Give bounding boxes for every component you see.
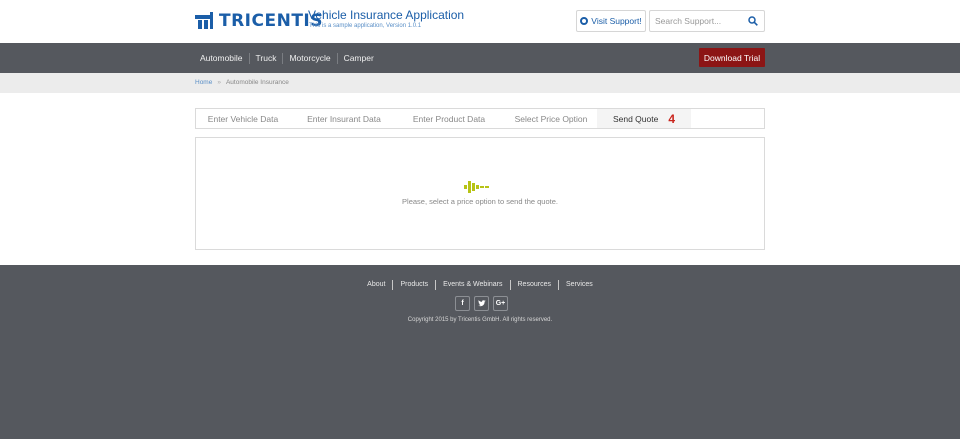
tab-enter-vehicle-data[interactable]: Enter Vehicle Data	[196, 109, 290, 128]
app-title: Vehicle Insurance Application	[308, 8, 465, 22]
loading-icon	[464, 181, 492, 193]
footer-link-products[interactable]: Products	[393, 280, 437, 290]
send-quote-panel: Please, select a price option to send th…	[195, 137, 765, 250]
google-plus-icon[interactable]: G+	[493, 296, 508, 311]
tricentis-logo[interactable]: TRICENTIS	[195, 11, 323, 31]
app-subtitle: This is a sample application, Version 1.…	[309, 23, 422, 29]
empty-state-message: Please, select a price option to send th…	[402, 197, 558, 206]
nav-motorcycle[interactable]: Motorcycle	[283, 52, 338, 64]
footer-link-about[interactable]: About	[360, 280, 394, 290]
header: TRICENTIS Vehicle Insurance Application …	[0, 0, 960, 43]
breadcrumb-home[interactable]: Home	[195, 79, 212, 86]
main-nav: Automobile Truck Motorcycle Camper Downl…	[0, 43, 960, 73]
nav-truck[interactable]: Truck	[250, 52, 284, 64]
breadcrumb-bar: Home » Automobile Insurance	[0, 73, 960, 93]
step-number-badge: 4	[668, 111, 676, 126]
tab-enter-insurant-data[interactable]: Enter Insurant Data	[290, 109, 398, 128]
twitter-bird-glyph	[477, 300, 486, 307]
tab-enter-product-data[interactable]: Enter Product Data	[398, 109, 500, 128]
facebook-icon[interactable]: f	[455, 296, 470, 311]
breadcrumb: Home » Automobile Insurance	[195, 79, 289, 86]
lifebuoy-icon	[580, 17, 589, 25]
tab-send-quote[interactable]: Send Quote 4	[597, 109, 691, 128]
footer-link-resources[interactable]: Resources	[511, 280, 559, 290]
breadcrumb-separator: »	[217, 79, 221, 86]
tab-select-price-option[interactable]: Select Price Option	[500, 109, 602, 128]
footer-link-services[interactable]: Services	[559, 280, 600, 290]
search-box[interactable]	[649, 10, 765, 32]
footer: About Products Events & Webinars Resourc…	[0, 265, 960, 439]
wizard-tabs: Enter Vehicle Data Enter Insurant Data E…	[195, 108, 765, 129]
twitter-icon[interactable]	[474, 296, 489, 311]
copyright-text: Copyright 2015 by Tricentis GmbH. All ri…	[407, 317, 553, 323]
footer-links: About Products Events & Webinars Resourc…	[0, 280, 960, 290]
visit-support-label: Visit Support!	[591, 16, 642, 26]
search-input[interactable]	[650, 11, 740, 31]
breadcrumb-current: Automobile Insurance	[225, 79, 289, 86]
download-trial-button[interactable]: Download Trial	[699, 48, 765, 67]
nav-automobile[interactable]: Automobile	[200, 52, 250, 64]
footer-link-events[interactable]: Events & Webinars	[436, 280, 511, 290]
search-icon[interactable]	[748, 16, 758, 26]
tricentis-logo-icon	[195, 12, 213, 30]
social-links: f G+	[455, 296, 508, 311]
visit-support-button[interactable]: Visit Support!	[576, 10, 646, 32]
nav-camper[interactable]: Camper	[338, 53, 380, 64]
tab-send-quote-label: Send Quote	[612, 113, 659, 124]
